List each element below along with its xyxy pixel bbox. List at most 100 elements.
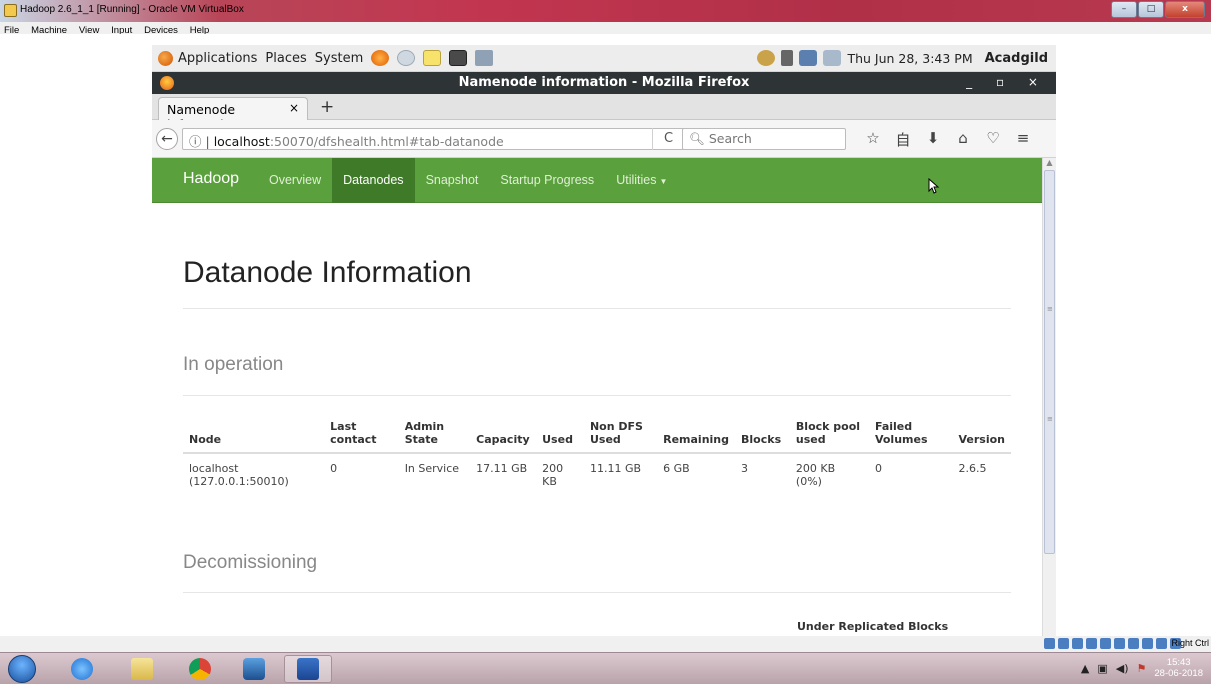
text-editor-launcher-icon[interactable] xyxy=(423,50,442,66)
home-icon[interactable]: ⌂ xyxy=(948,129,978,150)
system-clock[interactable]: 15:43 28-06-2018 xyxy=(1154,657,1203,679)
scroll-thumb[interactable]: ≡ ≡ xyxy=(1044,170,1055,554)
applications-icon xyxy=(158,50,173,66)
virtualbox-icon xyxy=(4,4,17,17)
col-last-contact: Last contact xyxy=(324,416,399,454)
screenshot-launcher-icon[interactable] xyxy=(475,50,494,66)
hadoop-brand[interactable]: Hadoop xyxy=(183,170,239,188)
close-button[interactable]: x xyxy=(1165,1,1205,18)
page-viewport: Hadoop Overview Datanodes Snapshot Start… xyxy=(152,158,1042,636)
page-scrollbar[interactable]: ▲ ≡ ≡ xyxy=(1042,158,1056,636)
nav-snapshot[interactable]: Snapshot xyxy=(415,158,490,203)
col-admin-state: Admin State xyxy=(398,416,471,454)
pocket-icon[interactable]: ♡ xyxy=(978,129,1008,150)
panel-user[interactable]: Acadgild xyxy=(985,51,1048,66)
taskbar-file-explorer[interactable] xyxy=(118,655,166,683)
display-icon[interactable] xyxy=(1128,638,1139,649)
nav-datanodes[interactable]: Datanodes xyxy=(332,158,415,203)
bookmark-star-icon[interactable]: ☆ xyxy=(858,129,888,150)
mouse-integration-icon[interactable] xyxy=(1156,638,1167,649)
panel-clock[interactable]: Thu Jun 28, 3:43 PM xyxy=(847,51,972,66)
nav-startup-progress[interactable]: Startup Progress xyxy=(489,158,605,203)
hdd-icon[interactable] xyxy=(1044,638,1055,649)
nav-utilities[interactable]: Utilities ▼ xyxy=(605,158,678,203)
volume-tray-icon[interactable]: ◀) xyxy=(1116,662,1129,675)
col-block-pool-used: Block pool used xyxy=(789,416,869,454)
shared-folder-icon[interactable] xyxy=(1114,638,1125,649)
cell-capacity: 17.11 GB xyxy=(476,462,528,475)
minimize-button[interactable]: – xyxy=(1111,1,1137,18)
tab-close-icon[interactable]: × xyxy=(289,101,299,115)
col-used: Used xyxy=(536,416,584,454)
taskbar-chrome[interactable] xyxy=(176,655,224,683)
folder-icon xyxy=(131,658,153,680)
table-header-row: Node Last contact Admin State Capacity U… xyxy=(183,416,1011,454)
optical-icon[interactable] xyxy=(1058,638,1069,649)
url-host: localhost xyxy=(213,134,270,149)
cell-remaining: 6 GB xyxy=(663,462,690,475)
start-button-icon[interactable] xyxy=(8,655,36,683)
panel-menu-places[interactable]: Places xyxy=(265,51,306,66)
audio-icon[interactable] xyxy=(1072,638,1083,649)
update-icon[interactable] xyxy=(757,50,776,66)
search-input[interactable]: 🔍︎ Search xyxy=(682,128,846,150)
nav-utilities-label: Utilities xyxy=(616,173,657,187)
cell-blocks: 3 xyxy=(741,462,749,475)
network-adapter-icon[interactable] xyxy=(1086,638,1097,649)
menu-icon[interactable]: ≡ xyxy=(1008,129,1038,150)
downloads-icon[interactable]: ⬇ xyxy=(918,129,948,150)
under-replicated-blocks-header: Under Replicated Blocks xyxy=(797,620,949,633)
show-hidden-icons-icon[interactable]: ▲ xyxy=(1081,662,1089,675)
virtualbox-taskbar-icon xyxy=(243,658,265,680)
firefox-navbar: ← ⓘ | localhost:50070/dfshealth.html#tab-… xyxy=(152,120,1056,158)
network-icon[interactable] xyxy=(799,50,818,66)
scroll-grip-icon: ≡ xyxy=(1047,415,1053,423)
url-path: :50070/dfshealth.html#tab-datanode xyxy=(269,134,504,149)
usb-icon[interactable] xyxy=(1100,638,1111,649)
vbox-status-bar: Right Ctrl xyxy=(0,636,1211,652)
clipboard-icon[interactable] xyxy=(823,50,842,66)
col-node: Node xyxy=(183,416,325,454)
bookmarks-library-icon[interactable]: 自 xyxy=(888,129,918,150)
panel-menu-system[interactable]: System xyxy=(315,51,363,66)
internet-explorer-icon xyxy=(71,658,93,680)
firefox-launcher-icon[interactable] xyxy=(371,50,390,66)
reload-button[interactable]: C xyxy=(652,128,684,150)
panel-menu-applications[interactable]: Applications xyxy=(178,51,257,66)
help-launcher-icon[interactable] xyxy=(397,50,416,66)
new-tab-button[interactable]: + xyxy=(320,97,334,117)
cell-last-contact: 0 xyxy=(330,462,338,475)
taskbar-internet-explorer[interactable] xyxy=(58,655,106,683)
search-placeholder: Search xyxy=(708,131,752,146)
cell-node: localhost (127.0.0.1:50010) xyxy=(189,462,289,488)
firefox-window-controls[interactable]: _ ▫ × xyxy=(966,75,1048,89)
gnome-top-panel: Applications Places System Thu Jun 28, 3… xyxy=(152,45,1056,72)
section-in-operation: In operation xyxy=(183,354,284,375)
page-title: Datanode Information xyxy=(183,256,472,289)
action-center-icon[interactable]: ⚑ xyxy=(1137,662,1147,675)
word-icon xyxy=(297,658,319,680)
divider xyxy=(183,592,1011,593)
cell-version: 2.6.5 xyxy=(958,462,987,475)
vbox-menubar: File Machine View Input Devices Help xyxy=(0,22,1211,36)
network-tray-icon[interactable]: ▣ xyxy=(1097,662,1107,675)
nav-overview[interactable]: Overview xyxy=(258,158,332,203)
volume-icon[interactable] xyxy=(781,50,794,66)
recording-icon[interactable] xyxy=(1142,638,1153,649)
terminal-launcher-icon[interactable] xyxy=(449,50,468,66)
scroll-up-icon[interactable]: ▲ xyxy=(1043,158,1056,170)
toolbar-icons: ☆ 自 ⬇ ⌂ ♡ ≡ xyxy=(858,129,1038,150)
scroll-grip-icon: ≡ xyxy=(1047,305,1053,313)
maximize-button[interactable]: □ xyxy=(1138,1,1164,18)
taskbar-word[interactable] xyxy=(284,655,332,683)
back-button[interactable]: ← xyxy=(156,128,178,150)
table-row: localhost (127.0.0.1:50010) 0 In Service… xyxy=(183,453,1011,492)
site-info-icon[interactable]: ⓘ | xyxy=(189,134,210,149)
tab-namenode-information[interactable]: Namenode information × xyxy=(158,97,308,132)
firefox-window-title: Namenode information - Mozilla Firefox xyxy=(458,75,750,90)
taskbar-virtualbox[interactable] xyxy=(230,655,278,683)
section-decommissioning: Decomissioning xyxy=(183,552,318,573)
host-key-label: Right Ctrl xyxy=(1171,638,1209,648)
vbox-window-title: Hadoop 2.6_1_1 [Running] - Oracle VM Vir… xyxy=(20,4,244,15)
url-bar[interactable]: ⓘ | localhost:50070/dfshealth.html#tab-da… xyxy=(182,128,706,150)
